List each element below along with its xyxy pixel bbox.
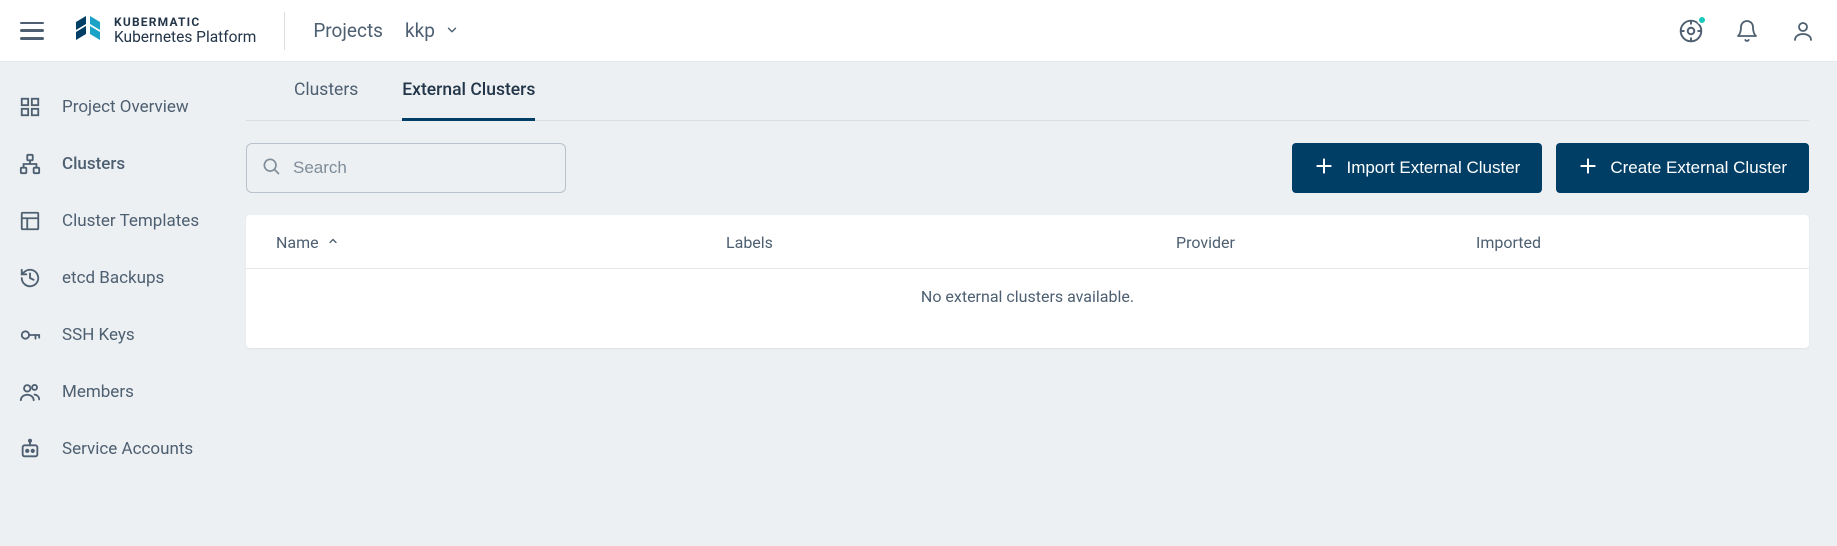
search-input[interactable]	[293, 158, 551, 178]
cluster-icon	[18, 152, 42, 176]
create-external-cluster-button[interactable]: Create External Cluster	[1556, 143, 1809, 193]
main-content: Clusters External Clusters Import Extern…	[246, 62, 1837, 546]
user-menu-button[interactable]	[1789, 17, 1817, 45]
members-icon	[18, 380, 42, 404]
sidebar-item-project-overview[interactable]: Project Overview	[0, 78, 246, 135]
robot-icon	[18, 437, 42, 461]
column-header-provider[interactable]: Provider	[1176, 233, 1476, 252]
sidebar-item-label: SSH Keys	[62, 325, 135, 345]
brand-line2: Kubernetes Platform	[114, 29, 256, 45]
notification-dot-icon	[1697, 15, 1707, 25]
template-icon	[18, 209, 42, 233]
sidebar-item-etcd-backups[interactable]: etcd Backups	[0, 249, 246, 306]
topbar: KUBERMATIC Kubernetes Platform Projects …	[0, 0, 1837, 62]
tab-external-clusters[interactable]: External Clusters	[402, 80, 535, 121]
toolbar: Import External Cluster Create External …	[246, 143, 1809, 193]
search-box[interactable]	[246, 143, 566, 193]
brand-text: KUBERMATIC Kubernetes Platform	[114, 16, 256, 45]
import-external-cluster-button[interactable]: Import External Cluster	[1292, 143, 1542, 193]
notifications-button[interactable]	[1733, 17, 1761, 45]
sidebar-item-label: Project Overview	[62, 97, 189, 117]
topbar-right-icons	[1677, 17, 1817, 45]
column-header-imported[interactable]: Imported	[1476, 233, 1779, 252]
backup-icon	[18, 266, 42, 290]
key-icon	[18, 323, 42, 347]
column-header-labels[interactable]: Labels	[726, 233, 1176, 252]
sort-ascending-icon	[327, 235, 339, 250]
button-label: Create External Cluster	[1610, 158, 1787, 178]
sidebar-item-label: Cluster Templates	[62, 211, 199, 231]
kubermatic-logo-icon	[72, 16, 104, 46]
sidebar-item-label: Members	[62, 382, 134, 402]
tabs: Clusters External Clusters	[246, 62, 1809, 121]
brand-logo-block[interactable]: KUBERMATIC Kubernetes Platform	[72, 12, 285, 50]
sidebar: Project Overview Clusters Cluster Templa…	[0, 62, 246, 546]
button-label: Import External Cluster	[1346, 158, 1520, 178]
table-empty-message: No external clusters available.	[246, 269, 1809, 348]
column-header-name[interactable]: Name	[276, 233, 726, 252]
sidebar-item-service-accounts[interactable]: Service Accounts	[0, 420, 246, 477]
column-header-name-label: Name	[276, 233, 319, 252]
plus-icon	[1314, 156, 1334, 181]
sidebar-item-members[interactable]: Members	[0, 363, 246, 420]
breadcrumb-projects-link[interactable]: Projects	[313, 19, 383, 42]
search-icon	[261, 156, 281, 180]
sidebar-item-label: Clusters	[62, 154, 125, 174]
project-selector-label: kkp	[405, 19, 435, 42]
project-selector[interactable]: kkp	[405, 19, 459, 42]
menu-toggle-button[interactable]	[20, 22, 44, 40]
chevron-down-icon	[445, 19, 459, 42]
grid-icon	[18, 95, 42, 119]
brand-line1: KUBERMATIC	[114, 16, 256, 29]
sidebar-item-clusters[interactable]: Clusters	[0, 135, 246, 192]
plus-icon	[1578, 156, 1598, 181]
sidebar-item-ssh-keys[interactable]: SSH Keys	[0, 306, 246, 363]
changelog-button[interactable]	[1677, 17, 1705, 45]
sidebar-item-label: etcd Backups	[62, 268, 164, 288]
table-header-row: Name Labels Provider Imported	[246, 215, 1809, 269]
breadcrumb: Projects kkp	[313, 19, 459, 42]
tab-clusters[interactable]: Clusters	[294, 80, 358, 121]
external-clusters-table: Name Labels Provider Imported No externa…	[246, 215, 1809, 348]
sidebar-item-label: Service Accounts	[62, 439, 193, 459]
sidebar-item-cluster-templates[interactable]: Cluster Templates	[0, 192, 246, 249]
